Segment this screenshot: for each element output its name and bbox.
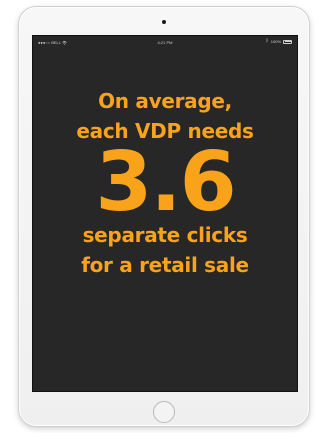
home-button[interactable]: [153, 401, 175, 423]
message-line-4: for a retail sale: [81, 253, 249, 277]
status-right-group: ᛒ 100%: [266, 39, 292, 44]
message-line-1: On average,: [98, 89, 232, 113]
stat-message: On average, each VDP needs 3.6 separate …: [33, 86, 297, 280]
tablet-device-frame: ●●●○○ BELL 4:21 PM ᛒ 100% On average, ea…: [18, 6, 310, 427]
battery-percent: 100%: [270, 39, 281, 44]
tablet-screen: ●●●○○ BELL 4:21 PM ᛒ 100% On average, ea…: [32, 35, 298, 392]
canvas: ●●●○○ BELL 4:21 PM ᛒ 100% On average, ea…: [0, 0, 320, 433]
message-line-3: separate clicks: [82, 223, 248, 247]
status-bar: ●●●○○ BELL 4:21 PM ᛒ 100%: [33, 36, 297, 48]
front-camera-icon: [162, 20, 166, 24]
bluetooth-icon: ᛒ: [265, 38, 269, 44]
status-time: 4:21 PM: [157, 40, 173, 45]
battery-icon: [283, 39, 292, 44]
stat-number: 3.6: [95, 135, 236, 230]
